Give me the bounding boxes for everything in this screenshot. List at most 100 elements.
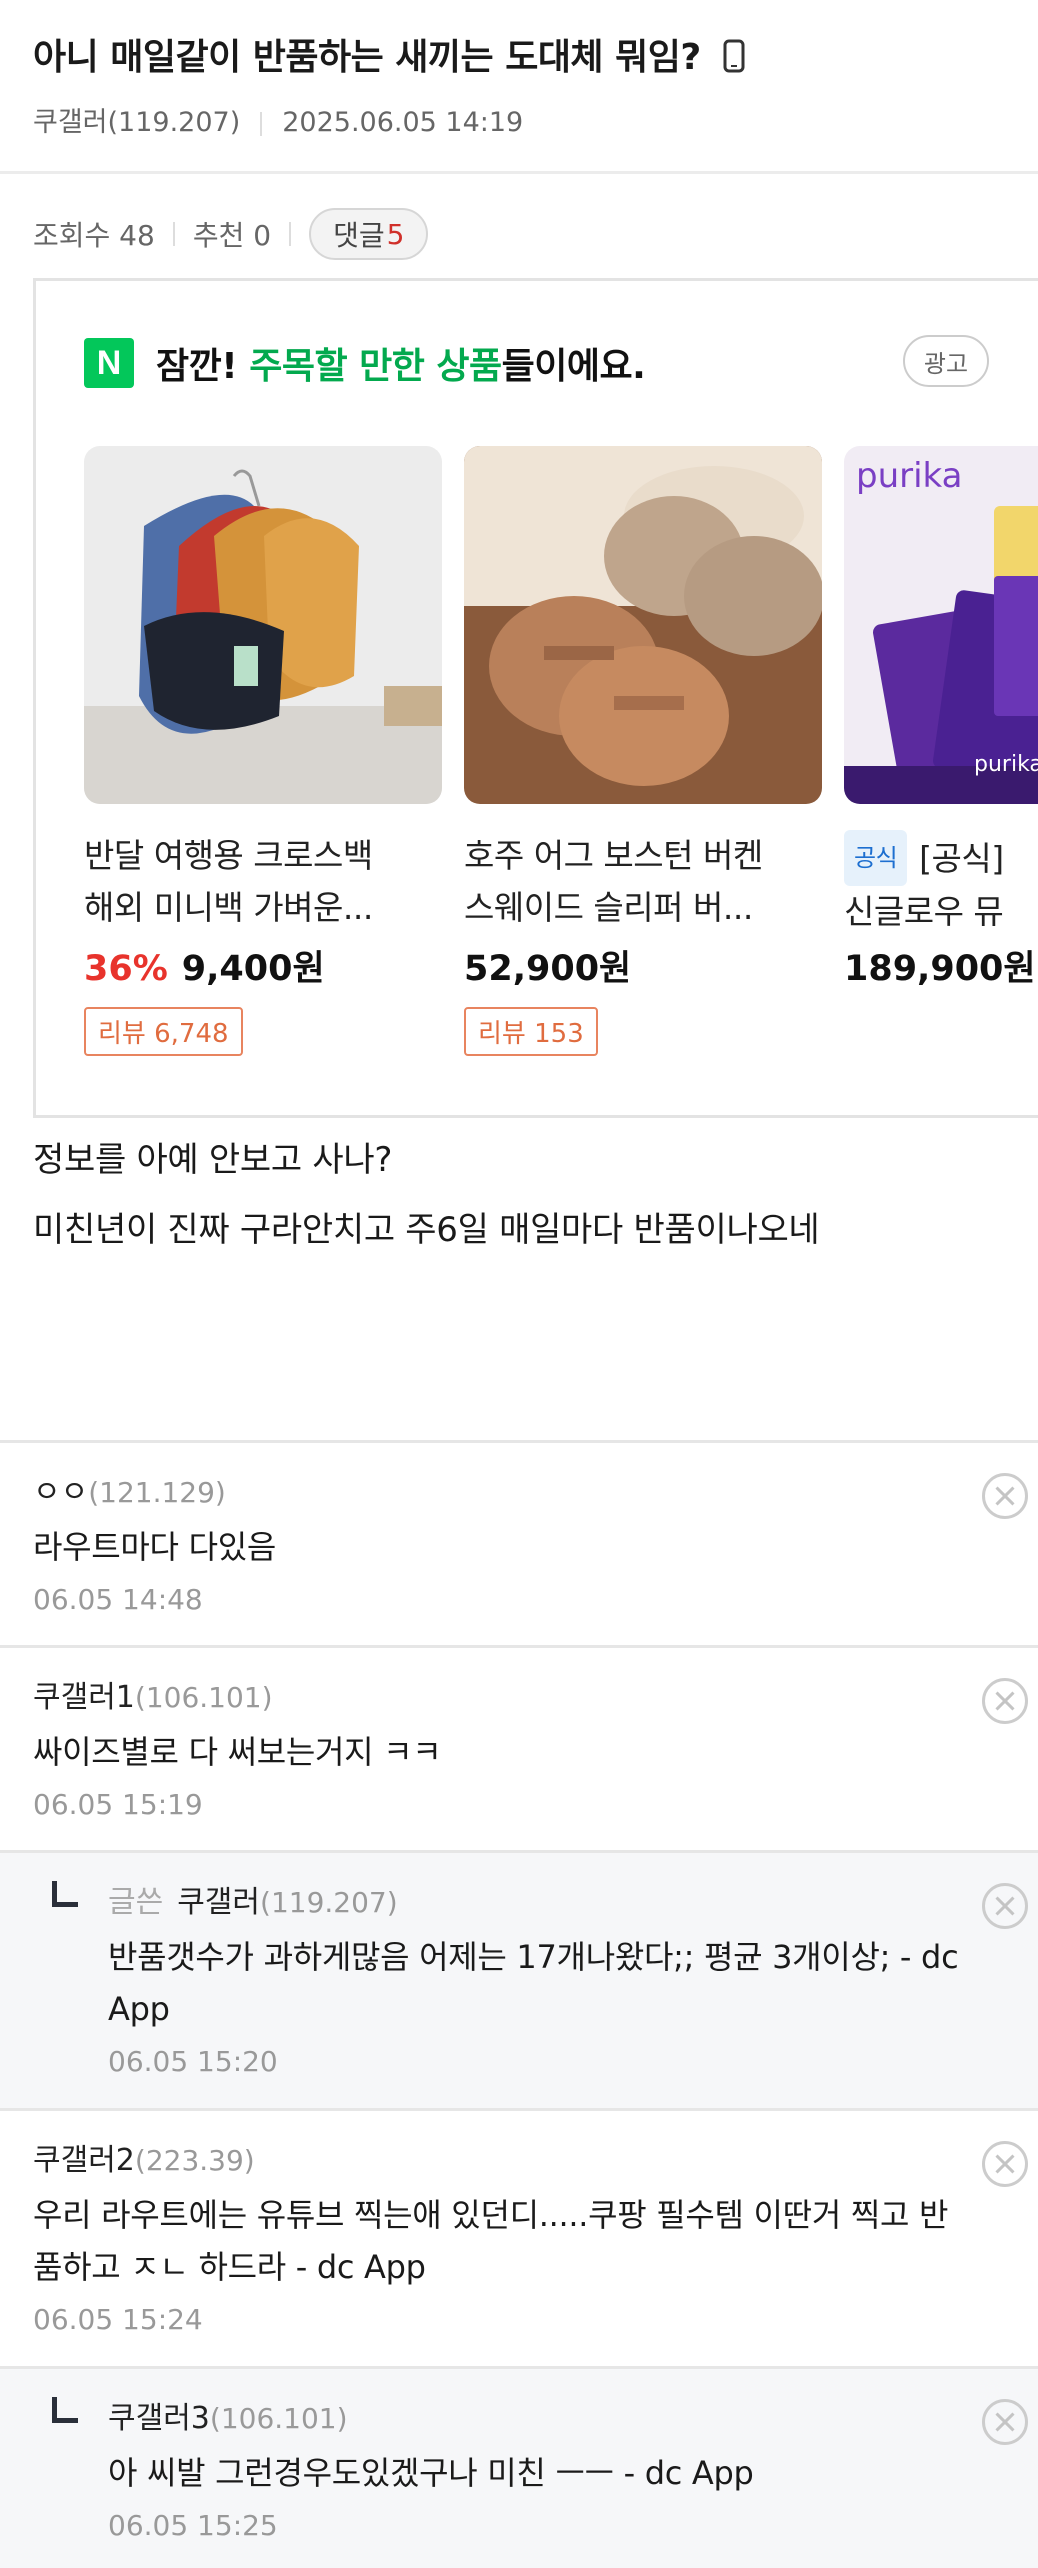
ad-badge[interactable]: 광고 [903,335,989,387]
post-stats: 조회수 48 추천 0 댓글 5 [33,207,429,261]
post-author[interactable]: 쿠갤러(119.207) [33,107,240,138]
comment-date: 06.05 15:19 [33,1788,203,1821]
review-count-badge: 리뷰 6,748 [84,1007,243,1056]
product-price: 189,900원 [844,940,1038,991]
post-meta: 쿠갤러(119.207) 2025.06.05 14:19 [33,100,523,139]
comment-text-line: 싸이즈별로 다 써보는거지 ㅋㅋ [33,1733,442,1771]
comment-author-ip: (106.101) [134,1681,273,1714]
delete-comment-icon[interactable] [982,2399,1028,2445]
crossbody-bags-image [84,446,442,804]
ad-headline-pre: 잠깐! [156,346,250,387]
delete-comment-icon[interactable] [982,1473,1028,1519]
product-title-text: [공식] [919,839,1004,878]
delete-comment-icon[interactable] [982,1883,1028,1929]
stat-divider [289,222,292,246]
comment-item: 쿠갤러2(223.39) 우리 라우트에는 유튜브 찍는애 있던디.....쿠팡… [0,2108,1038,2366]
comment-date: 06.05 15:24 [33,2303,203,2336]
comment-author-ip: (223.39) [134,2144,255,2177]
comment-text-line: 품하고 ㅈㄴ 하드라 - dc App [33,2248,426,2286]
comment-text: 반품갯수가 과하게많음 어제는 17개나왔다;; 평균 3개이상; - dc A… [108,1931,959,2035]
reply-arrow-icon [52,1881,78,1907]
review-count-badge: 리뷰 153 [464,1007,598,1056]
stat-divider [172,222,175,246]
reply-item: 쿠갤러3(106.101) 아 씨발 그런경우도있겠구나 미친 ㅡㅡ - dc … [0,2366,1038,2568]
comment-text: 아 씨발 그런경우도있겠구나 미친 ㅡㅡ - dc App [108,2447,754,2499]
comment-author-ip: (106.101) [209,2402,348,2435]
comment-date: 06.05 15:20 [108,2045,278,2078]
ad-product-card[interactable]: 호주 어그 보스턴 버켄 스웨이드 슬리퍼 버... 52,900원 리뷰 15… [464,446,822,1056]
ad-carousel: N 잠깐! 주목할 만한 상품들이에요. 광고 반달 여행용 크로스백 해외 미… [33,278,1038,1118]
mobile-phone-icon [723,39,745,73]
comment-count: 5 [386,217,405,251]
comment-author-name: ㅇㅇ [33,1475,89,1510]
comment-author-name: 쿠갤러2 [33,2143,135,2178]
ad-header: N 잠깐! 주목할 만한 상품들이에요. [84,337,646,389]
author-tag: 글쓴 [108,1885,164,1920]
delete-comment-icon[interactable] [982,2141,1028,2187]
product-price: 52,900원 [464,940,822,991]
comment-author[interactable]: 글쓴 쿠갤러(119.207) [108,1877,398,1921]
product-title[interactable]: 공식 [공식] 신글로우 뮤 [844,830,1038,934]
product-title[interactable]: 반달 여행용 크로스백 해외 미니백 가벼운... [84,830,442,934]
purika-brand-text: purika [856,456,963,496]
product-price-value: 52,900원 [464,949,632,989]
ad-product-card[interactable]: 반달 여행용 크로스백 해외 미니백 가벼운... 36% 9,400원 리뷰 6… [84,446,442,1056]
post-body-line: 정보를 아예 안보고 사나? [33,1140,393,1180]
comment-text-line: App [108,1990,170,2028]
product-price-value: 9,400원 [181,949,325,989]
product-title-line: 신글로우 뮤 [844,892,1004,931]
comment-text: 우리 라우트에는 유튜브 찍는애 있던디.....쿠팡 필수템 이딴거 찍고 반… [33,2189,948,2293]
comment-label: 댓글 [333,219,385,252]
view-count: 조회수 48 [33,219,155,252]
comment-author-name: 쿠갤러 [177,1885,261,1920]
purika-product-image [844,446,1038,804]
comment-text: 싸이즈별로 다 써보는거지 ㅋㅋ [33,1726,442,1778]
delete-comment-icon[interactable] [982,1678,1028,1724]
ad-product-card[interactable]: purika purika 공식 [공식] 신글로우 뮤 189,900원 [844,446,1038,991]
purika-pack-text: purika [974,752,1038,777]
product-title-line: 공식 [공식] [844,830,1038,886]
recommend-count: 추천 0 [192,219,272,252]
comment-date: 06.05 14:48 [33,1583,203,1616]
comment-author-name: 쿠갤러3 [108,2401,210,2436]
comment-author-ip: (119.207) [260,1886,398,1919]
comment-date: 06.05 15:25 [108,2509,278,2542]
product-image-purika[interactable]: purika purika [844,446,1038,804]
product-price-value: 189,900원 [844,949,1036,989]
comment-author-name: 쿠갤러1 [33,1680,135,1715]
product-image-slippers[interactable] [464,446,822,804]
product-image-bags[interactable] [84,446,442,804]
ad-headline-post: 들이에요. [501,346,646,387]
post-header: 아니 매일같이 반품하는 새끼는 도대체 뭐임? 쿠갤러(119.207) 202… [0,0,1038,174]
suede-slippers-image [464,446,822,804]
comment-author[interactable]: 쿠갤러2(223.39) [33,2135,255,2179]
naver-logo-icon: N [84,338,134,388]
product-discount: 36% [84,949,168,989]
comment-author-ip: (121.129) [88,1476,226,1509]
product-price: 36% 9,400원 [84,940,442,991]
product-title-line: 호주 어그 보스턴 버켄 [464,836,763,875]
comment-text-line: 우리 라우트에는 유튜브 찍는애 있던디.....쿠팡 필수템 이딴거 찍고 반 [33,2196,949,2234]
post-body: 정보를 아예 안보고 사나? 미친년이 진짜 구라안치고 주6일 매일마다 반품… [33,1125,820,1265]
comment-author[interactable]: 쿠갤러1(106.101) [33,1672,273,1716]
product-title-line: 해외 미니백 가벼운... [84,888,373,927]
comment-text-line: 라우트마다 다있음 [33,1528,276,1566]
comment-count-button[interactable]: 댓글 5 [309,208,429,260]
ad-headline-highlight: 주목할 만한 상품 [249,346,502,387]
product-title-line: 스웨이드 슬리퍼 버... [464,888,753,927]
comment-text-line: 아 씨발 그런경우도있겠구나 미친 ㅡㅡ - dc App [108,2454,754,2492]
comment-item: ㅇㅇ(121.129) 라우트마다 다있음 06.05 14:48 [0,1440,1038,1645]
official-tag: 공식 [844,830,908,886]
comment-author[interactable]: ㅇㅇ(121.129) [33,1467,226,1511]
post-title: 아니 매일같이 반품하는 새끼는 도대체 뭐임? [33,28,745,80]
meta-divider [260,111,263,136]
product-title-line: 반달 여행용 크로스백 [84,836,373,875]
comment-text-line: 반품갯수가 과하게많음 어제는 17개나왔다;; 평균 3개이상; - dc [108,1938,959,1976]
comment-text: 라우트마다 다있음 [33,1521,276,1573]
comment-author[interactable]: 쿠갤러3(106.101) [108,2393,348,2437]
reply-arrow-icon [52,2397,78,2423]
product-title[interactable]: 호주 어그 보스턴 버켄 스웨이드 슬리퍼 버... [464,830,822,934]
reply-item: 글쓴 쿠갤러(119.207) 반품갯수가 과하게많음 어제는 17개나왔다;; … [0,1850,1038,2108]
post-datetime: 2025.06.05 14:19 [282,107,524,138]
ad-headline: 잠깐! 주목할 만한 상품들이에요. [156,337,646,389]
